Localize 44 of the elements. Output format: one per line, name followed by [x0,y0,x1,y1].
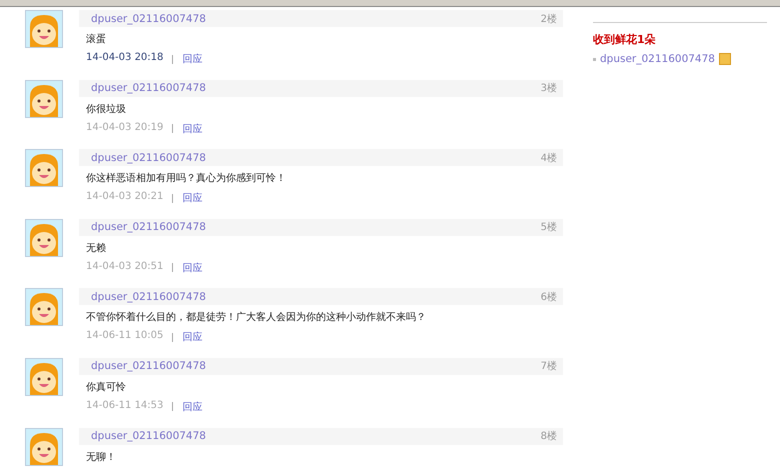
post-time: 14-04-03 20:19 [86,122,164,135]
reply-link[interactable]: 回应 [182,330,202,344]
username-link[interactable]: dpuser_02116007478 [91,430,206,442]
flowers-title: 收到鲜花1朵 [593,32,657,47]
post-content: 你真可怜 [85,380,127,395]
username-link[interactable]: dpuser_02116007478 [91,152,206,164]
floor-number: 4楼 [540,152,557,165]
avatar-icon [25,428,63,466]
post-content: 无聊！ [85,450,117,465]
bullet-icon [593,58,596,60]
flower-icon [718,53,731,65]
post-time: 14-06-11 14:53 [86,400,164,413]
avatar-icon [25,288,63,326]
floor-number: 5楼 [540,220,557,234]
username-link[interactable]: dpuser_02116007478 [91,82,206,94]
post-content: 你这样恶语相加有用吗？真心为你感到可怜！ [85,172,287,186]
username-link[interactable]: dpuser_02116007478 [91,12,206,24]
username-link[interactable]: dpuser_02116007478 [600,53,715,65]
post-time: 14-04-03 20:51 [86,260,164,274]
post-content: 你很垃圾 [85,102,127,117]
avatar-icon [25,149,63,188]
post-content: 无赖 [85,242,107,256]
floor-number: 2楼 [540,12,557,26]
avatar-icon [25,10,63,48]
post-content: 不管你怀着什么目的，都是徒劳！广大客人会因为你的这种小动作就不来吗？ [85,310,427,326]
reply-link[interactable]: 回应 [182,191,202,206]
avatar-icon [25,80,63,118]
reply-link[interactable]: 回应 [182,52,202,66]
username-link[interactable]: dpuser_02116007478 [91,221,206,234]
avatar-icon [25,358,63,396]
floor-number: 8楼 [540,430,557,444]
floor-number: 6楼 [540,290,557,304]
post-content: 滚蛋 [85,32,107,47]
post-time: 14-04-03 20:21 [86,191,164,204]
reply-link[interactable]: 回应 [182,260,202,275]
post-time: 14-04-03 20:18 [86,52,164,65]
reply-link[interactable]: 回应 [182,400,202,414]
post-time: 14-06-11 10:05 [86,330,164,344]
floor-number: 3楼 [540,82,557,96]
floor-number: 7楼 [540,360,557,374]
reply-link[interactable]: 回应 [182,122,202,136]
username-link[interactable]: dpuser_02116007478 [91,290,206,303]
avatar-icon [25,218,63,257]
username-link[interactable]: dpuser_02116007478 [91,360,206,372]
